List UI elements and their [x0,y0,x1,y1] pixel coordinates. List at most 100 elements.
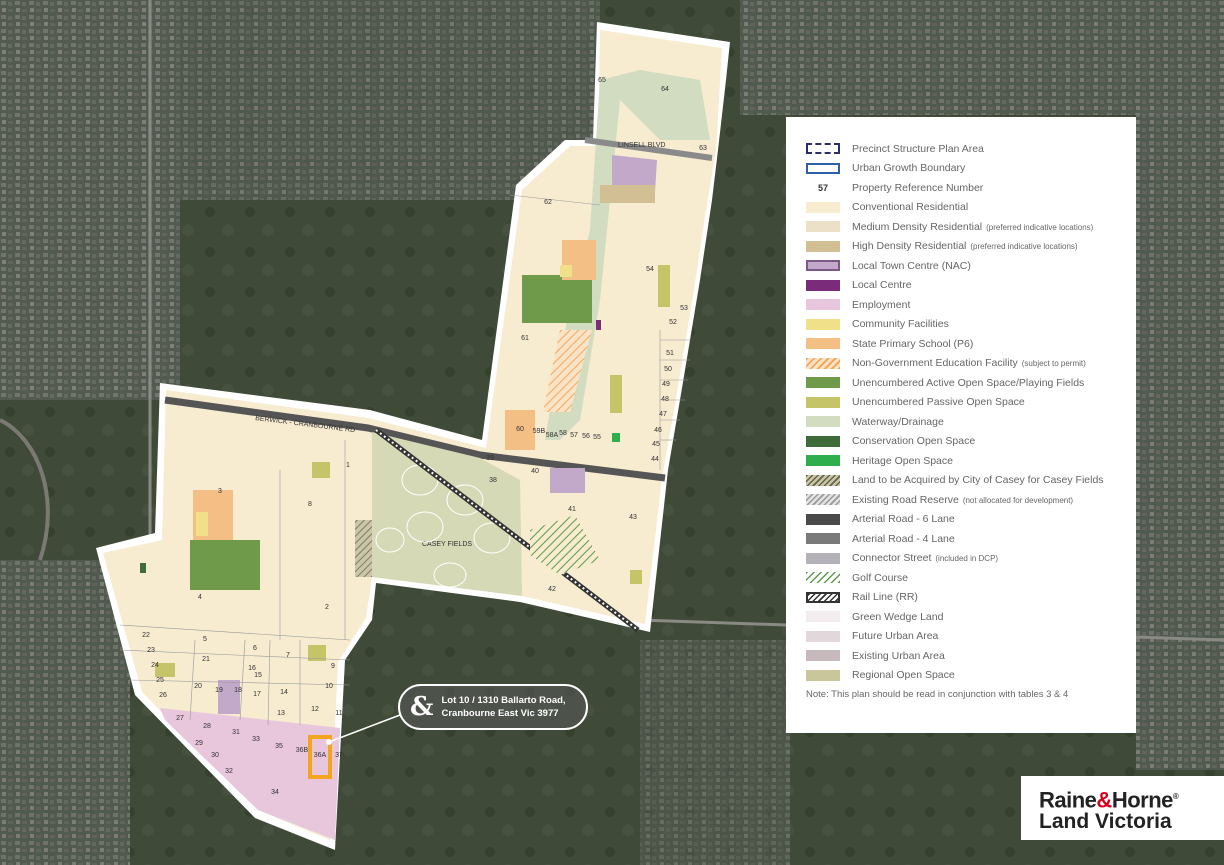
legend-swatch [806,455,840,467]
local-centre [596,320,601,330]
legend-item: Existing Urban Area [806,646,1136,666]
legend-swatch [806,494,840,506]
legend-swatch [806,416,840,428]
legend-label: Community Facilities [852,318,949,331]
legend-swatch [806,396,840,408]
legend-swatch [806,552,840,564]
legend-label: Non-Government Education Facility (subjec… [852,357,1086,370]
legend-label: Rail Line (RR) [852,591,918,604]
address-line-2: Cranbourne East Vic 3977 [441,708,559,719]
legend-label: Urban Growth Boundary [852,162,966,175]
legend-swatch [806,143,840,155]
legend-label: Local Town Centre (NAC) [852,259,971,272]
legend-item: Employment [806,295,1136,315]
employment-area [160,708,340,840]
heritage-open-space [612,433,620,442]
state-primary-school-60 [505,410,535,450]
legend-label: Existing Urban Area [852,649,945,662]
legend-item: Unencumbered Passive Open Space [806,393,1136,413]
legend-item: Local Centre [806,276,1136,296]
high-density-north [600,185,655,203]
legend-item: Precinct Structure Plan Area [806,139,1136,159]
legend-item: Regional Open Space [806,666,1136,686]
map-legend: Precinct Structure Plan Area Urban Growth… [786,117,1136,733]
legend-item: Connector Street (included in DCP) [806,549,1136,569]
legend-swatch [806,357,840,369]
legend-item: Existing Road Reserve (not allocated for … [806,490,1136,510]
passive-open-sw [155,663,175,677]
legend-swatch [806,513,840,525]
legend-label: Medium Density Residential (preferred ind… [852,220,1094,233]
legend-swatch [806,377,840,389]
legend-item: Arterial Road - 6 Lane [806,510,1136,530]
address-callout: & Lot 10 / 1310 Ballarto Road, Cranbourn… [398,684,588,730]
legend-label: Unencumbered Passive Open Space [852,396,1025,409]
legend-swatch [806,630,840,642]
legend-label: Arterial Road - 6 Lane [852,513,955,526]
active-open-space-north [522,275,592,323]
legend-item: Future Urban Area [806,627,1136,647]
legend-label: Connector Street (included in DCP) [852,552,999,565]
legend-item: Urban Growth Boundary [806,159,1136,179]
legend-label: Property Reference Number [852,181,984,194]
legend-swatch [806,299,840,311]
raine-horne-logo: Raine&Horne® Land Victoria [1021,776,1224,840]
legend-label: Green Wedge Land [852,610,944,623]
legend-item: State Primary School (P6) [806,334,1136,354]
legend-item: Golf Course [806,568,1136,588]
brand-name: Raine&Horne® [1039,787,1179,813]
legend-swatch [806,279,840,291]
legend-label: Existing Road Reserve (not allocated for … [852,493,1074,506]
conservation-open-space [140,563,146,573]
legend-swatch [806,240,840,252]
legend-swatch [806,162,840,174]
legend-item: Conventional Residential [806,198,1136,218]
passive-open-south [630,570,642,584]
legend-item: Waterway/Drainage [806,412,1136,432]
legend-label: High Density Residential (preferred indic… [852,240,1078,253]
legend-swatch [806,260,840,272]
legend-item: Conservation Open Space [806,432,1136,452]
legend-swatch [806,338,840,350]
legend-swatch [806,572,840,584]
legend-item: Heritage Open Space [806,451,1136,471]
legend-swatch [806,435,840,447]
callout-dot [326,739,332,745]
passive-open-north [658,265,670,307]
legend-item: Green Wedge Land [806,607,1136,627]
active-open-space-west [190,540,260,590]
legend-item: Medium Density Residential (preferred ind… [806,217,1136,237]
legend-item: 57 Property Reference Number [806,178,1136,198]
legend-label: Conservation Open Space [852,435,976,448]
casey-fields-acquire [355,520,372,577]
legend-label: Land to be Acquired by City of Casey for… [852,474,1104,487]
legend-label: Regional Open Space [852,669,955,682]
legend-swatch [806,318,840,330]
passive-open-east [610,375,622,413]
legend-item: Unencumbered Active Open Space/Playing F… [806,373,1136,393]
brand-subtitle: Land Victoria [1039,810,1172,834]
legend-item: Arterial Road - 4 Lane [806,529,1136,549]
legend-label: Heritage Open Space [852,454,953,467]
local-town-centre-south [550,468,585,493]
legend-label: Arterial Road - 4 Lane [852,532,955,545]
community-facility-north [560,265,572,277]
local-town-centre-west [218,680,240,714]
legend-item: Local Town Centre (NAC) [806,256,1136,276]
legend-swatch [806,474,840,486]
legend-item: Non-Government Education Facility (subjec… [806,354,1136,374]
community-facility-west [196,512,208,536]
legend-item: Land to be Acquired by City of Casey for… [806,471,1136,491]
legend-label: State Primary School (P6) [852,337,974,350]
legend-label: Conventional Residential [852,201,969,214]
legend-label: Waterway/Drainage [852,415,944,428]
legend-label: Unencumbered Active Open Space/Playing F… [852,376,1085,389]
legend-swatch: 57 [817,182,828,193]
legend-item: Community Facilities [806,315,1136,335]
legend-swatch [806,221,840,233]
legend-label: Precinct Structure Plan Area [852,142,984,155]
legend-label: Golf Course [852,571,909,584]
legend-swatch [806,669,840,681]
legend-swatch [806,611,840,623]
legend-swatch [806,650,840,662]
